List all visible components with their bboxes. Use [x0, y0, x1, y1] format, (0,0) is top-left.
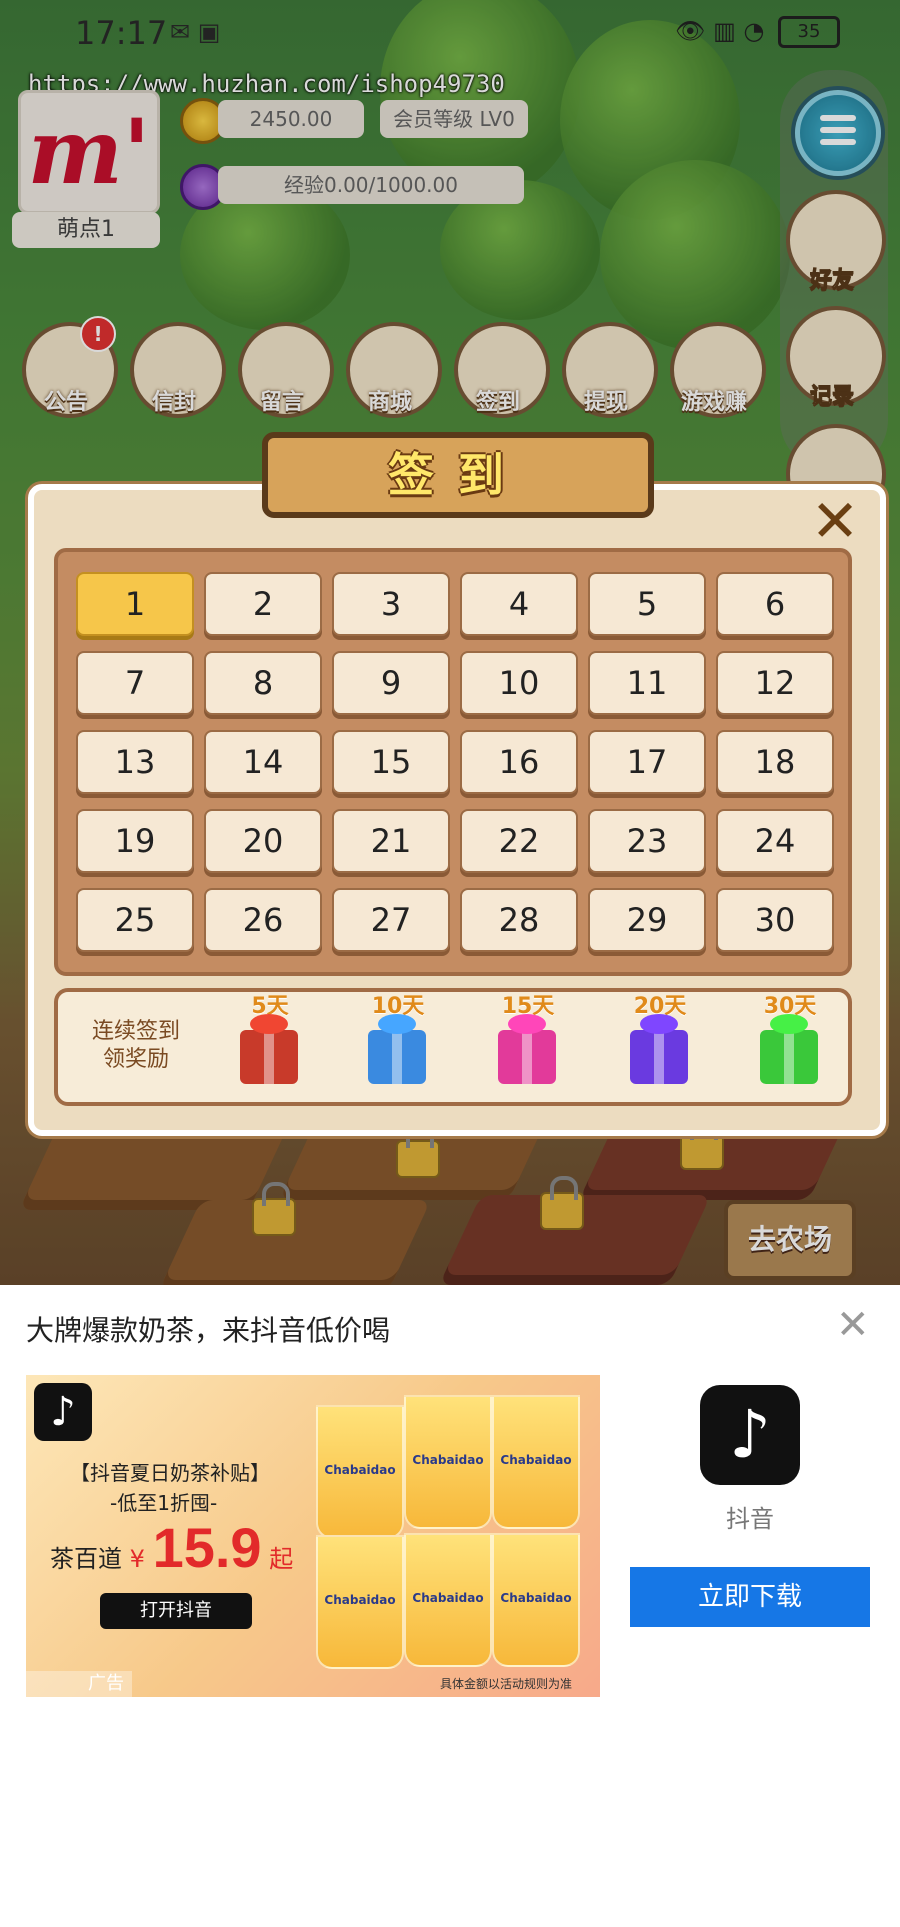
gift-icon[interactable]: [498, 1030, 556, 1084]
currency-symbol: ¥: [129, 1545, 145, 1573]
cup-label: Chabaidao: [412, 1591, 484, 1605]
day-3-button[interactable]: 3: [332, 572, 450, 636]
day-10-button[interactable]: 10: [460, 651, 578, 715]
banner-subheadline: -低至1折囤-: [110, 1491, 218, 1515]
day-20-button[interactable]: 20: [204, 809, 322, 873]
day-18-button[interactable]: 18: [716, 730, 834, 794]
day-9-button[interactable]: 9: [332, 651, 450, 715]
game-scene: 17:17 ✉ ▣ 👁 ▥ ◔ 35 https://www.huzhan.co…: [0, 0, 900, 1285]
tiktok-app-icon[interactable]: ♪: [700, 1385, 800, 1485]
cup-image: Chabaidao: [492, 1533, 580, 1667]
day-29-button[interactable]: 29: [588, 888, 706, 952]
day-16-button[interactable]: 16: [460, 730, 578, 794]
app-name: 抖音: [726, 1505, 774, 1533]
day-26-button[interactable]: 26: [204, 888, 322, 952]
tiktok-logo-icon: ♪: [34, 1383, 92, 1441]
day-22-button[interactable]: 22: [460, 809, 578, 873]
streak-label-line1: 连续签到: [91, 1019, 180, 1044]
day-15-button[interactable]: 15: [332, 730, 450, 794]
checkin-title: 签到: [262, 432, 654, 518]
cup-label: Chabaidao: [412, 1453, 484, 1467]
cup-label: Chabaidao: [324, 1593, 396, 1607]
brand-name: 茶百道: [50, 1545, 122, 1573]
cup-label: Chabaidao: [324, 1463, 396, 1477]
gift-icon[interactable]: [368, 1030, 426, 1084]
day-30-button[interactable]: 30: [716, 888, 834, 952]
day-11-button[interactable]: 11: [588, 651, 706, 715]
gift-icon[interactable]: [760, 1030, 818, 1084]
day-21-button[interactable]: 21: [332, 809, 450, 873]
day-13-button[interactable]: 13: [76, 730, 194, 794]
streak-label: 连续签到 领奖励: [76, 1018, 196, 1074]
day-6-button[interactable]: 6: [716, 572, 834, 636]
ad-tag: 广告: [26, 1671, 132, 1697]
day-2-button[interactable]: 2: [204, 572, 322, 636]
price-suffix: 起: [269, 1545, 294, 1573]
day-23-button[interactable]: 23: [588, 809, 706, 873]
cup-label: Chabaidao: [500, 1591, 572, 1605]
price-value: 15.9: [152, 1516, 262, 1579]
day-14-button[interactable]: 14: [204, 730, 322, 794]
cup-label: Chabaidao: [500, 1453, 572, 1467]
cup-image: Chabaidao: [404, 1395, 492, 1529]
day-12-button[interactable]: 12: [716, 651, 834, 715]
banner-price: 茶百道 ¥ 15.9 起: [50, 1515, 293, 1580]
open-douyin-button[interactable]: 打开抖音: [100, 1593, 252, 1629]
close-icon[interactable]: ✕: [836, 1305, 870, 1345]
day-25-button[interactable]: 25: [76, 888, 194, 952]
gift-icon[interactable]: [630, 1030, 688, 1084]
streak-label-line2: 领奖励: [102, 1047, 169, 1072]
milk-tea-cups: Chabaidao Chabaidao Chabaidao Chabaidao …: [316, 1385, 586, 1685]
day-8-button[interactable]: 8: [204, 651, 322, 715]
day-5-button[interactable]: 5: [588, 572, 706, 636]
ad-title: 大牌爆款奶茶，来抖音低价喝: [26, 1314, 391, 1347]
ad-banner[interactable]: ♪ 【抖音夏日奶茶补贴】 -低至1折囤- 茶百道 ¥ 15.9 起 打开抖音 C…: [26, 1375, 600, 1697]
ad-panel: 大牌爆款奶茶，来抖音低价喝 ✕ ♪ 【抖音夏日奶茶补贴】 -低至1折囤- 茶百道…: [0, 1285, 900, 1927]
streak-rewards: 连续签到 领奖励 5天 10天 15天 20天 30天: [54, 988, 852, 1106]
day-24-button[interactable]: 24: [716, 809, 834, 873]
day-1-button[interactable]: 1: [76, 572, 194, 636]
gift-icon[interactable]: [240, 1030, 298, 1084]
cup-image: Chabaidao: [492, 1395, 580, 1529]
cup-image: Chabaidao: [316, 1405, 404, 1539]
banner-headline: 【抖音夏日奶茶补贴】: [70, 1461, 270, 1485]
day-19-button[interactable]: 19: [76, 809, 194, 873]
day-27-button[interactable]: 27: [332, 888, 450, 952]
download-button[interactable]: 立即下载: [630, 1567, 870, 1627]
cup-image: Chabaidao: [404, 1533, 492, 1667]
day-4-button[interactable]: 4: [460, 572, 578, 636]
close-icon[interactable]: ✕: [810, 492, 860, 550]
day-7-button[interactable]: 7: [76, 651, 194, 715]
calendar-grid: 1 2 3 4 5 6 7 8 9 10 11 12 13 14 15 16 17 18 19 20 21 22 23 24 2…: [54, 548, 852, 976]
day-28-button[interactable]: 28: [460, 888, 578, 952]
cup-image: Chabaidao: [316, 1535, 404, 1669]
day-17-button[interactable]: 17: [588, 730, 706, 794]
banner-disclaimer: 具体金额以活动规则为准: [440, 1677, 573, 1691]
